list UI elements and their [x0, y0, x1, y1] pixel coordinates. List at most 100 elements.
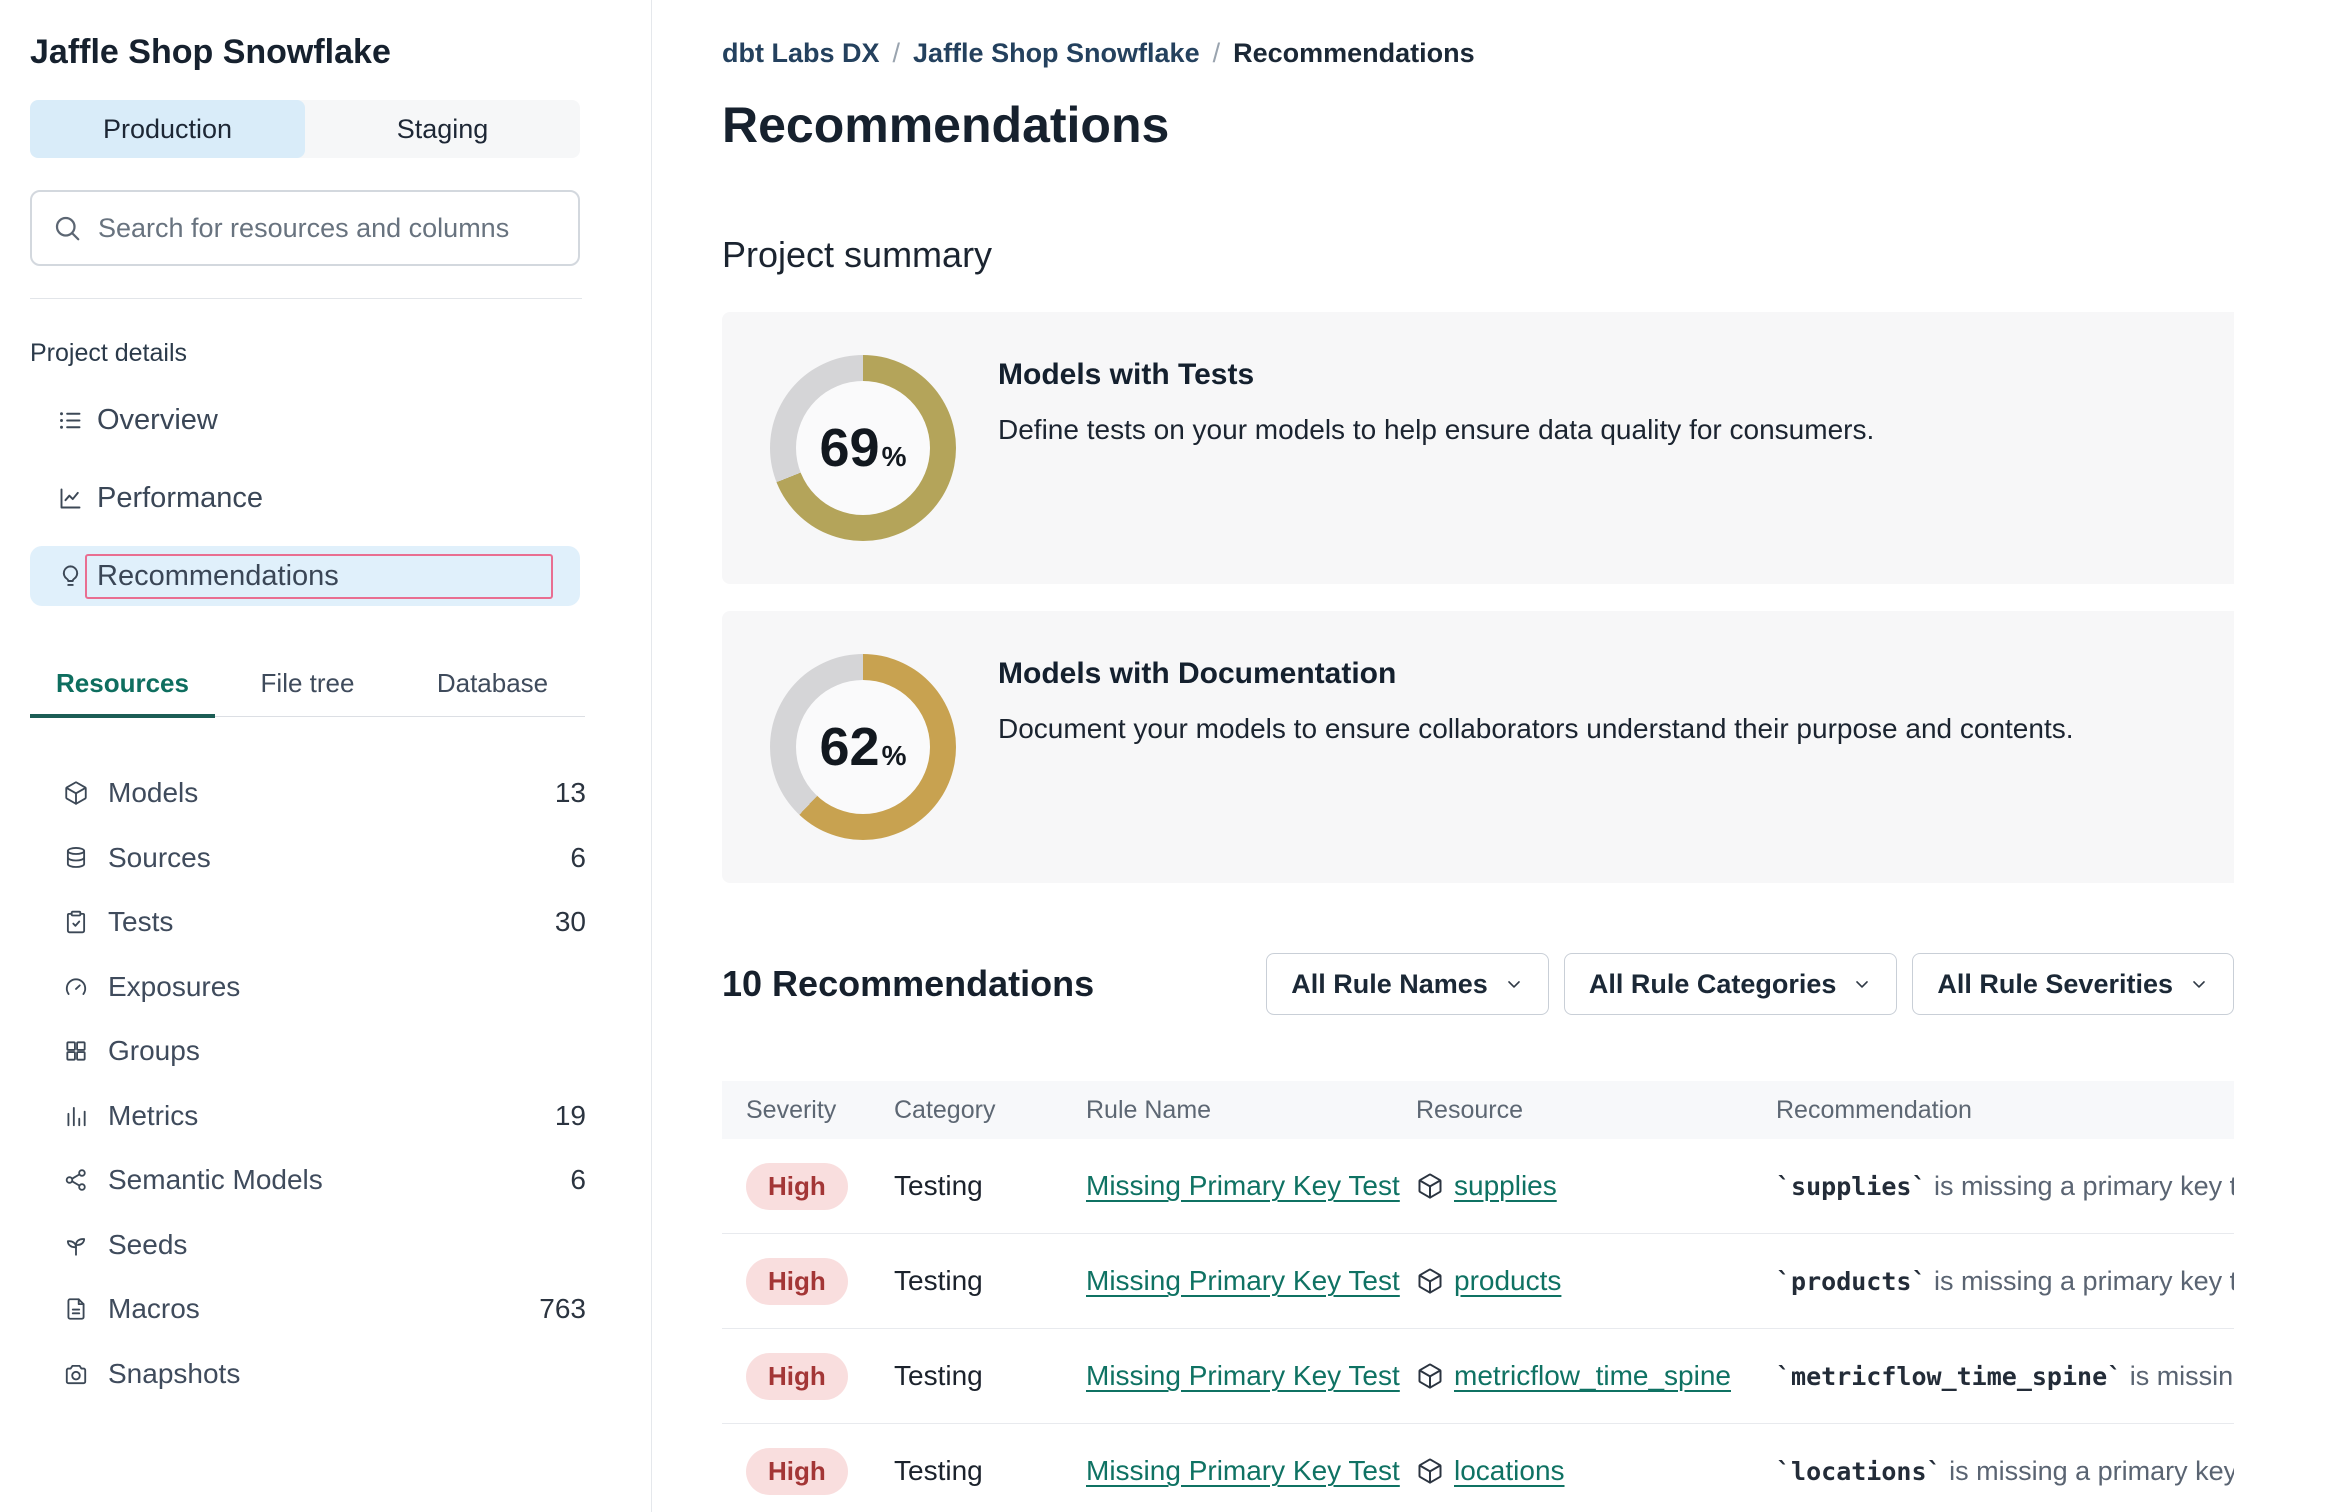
- project-details-nav: Overview Performance Recommendations: [30, 390, 621, 606]
- resource-link[interactable]: locations: [1454, 1455, 1565, 1487]
- filter-rule-severities[interactable]: All Rule Severities: [1912, 953, 2234, 1015]
- percent-value: 62: [820, 716, 880, 778]
- resource-row-snapshots[interactable]: Snapshots: [30, 1342, 586, 1407]
- category-cell: Testing: [894, 1455, 1086, 1487]
- table-row: High Testing Missing Primary Key Test me…: [722, 1329, 2234, 1424]
- category-cell: Testing: [894, 1265, 1086, 1297]
- resource-count: 19: [555, 1100, 586, 1132]
- recommendation-cell: `products` is missing a primary key test…: [1776, 1266, 2234, 1297]
- filter-rule-names[interactable]: All Rule Names: [1266, 953, 1549, 1015]
- resource-row-macros[interactable]: Macros 763: [30, 1277, 586, 1342]
- tab-file-tree[interactable]: File tree: [215, 668, 400, 716]
- column-header-recommendation: Recommendation: [1776, 1096, 2234, 1125]
- resource-cell: metricflow_time_spine: [1416, 1360, 1776, 1392]
- resource-label: Semantic Models: [108, 1164, 323, 1196]
- network-icon: [63, 1167, 89, 1193]
- bar-chart-icon: [63, 1103, 89, 1129]
- resource-cell: supplies: [1416, 1170, 1776, 1202]
- rule-name-link[interactable]: Missing Primary Key Test: [1086, 1360, 1400, 1391]
- donut-value: 69 %: [820, 417, 907, 479]
- resource-row-seeds[interactable]: Seeds: [30, 1213, 586, 1278]
- recommendation-text: is missing a primary key test. This test: [1927, 1266, 2234, 1296]
- docs-coverage-donut: 62 %: [770, 654, 956, 840]
- resource-label: Tests: [108, 906, 173, 938]
- column-header-severity: Severity: [746, 1096, 894, 1125]
- breadcrumb-link-project[interactable]: Jaffle Shop Snowflake: [913, 38, 1200, 69]
- recommendation-code: `metricflow_time_spine`: [1776, 1362, 2122, 1391]
- resource-count: 763: [539, 1293, 586, 1325]
- tab-database[interactable]: Database: [400, 668, 585, 716]
- resource-link[interactable]: supplies: [1454, 1170, 1557, 1202]
- tests-coverage-donut: 69 %: [770, 355, 956, 541]
- resource-row-exposures[interactable]: Exposures: [30, 955, 586, 1020]
- cube-icon: [1416, 1457, 1444, 1485]
- column-header-rule-name: Rule Name: [1086, 1096, 1416, 1125]
- card-title: Models with Tests: [998, 356, 1874, 394]
- filter-rule-categories[interactable]: All Rule Categories: [1564, 953, 1898, 1015]
- rule-name-link[interactable]: Missing Primary Key Test: [1086, 1455, 1400, 1486]
- chevron-down-icon: [1504, 974, 1524, 994]
- resource-cell: products: [1416, 1265, 1776, 1297]
- resource-label: Groups: [108, 1035, 200, 1067]
- category-cell: Testing: [894, 1170, 1086, 1202]
- grid-icon: [63, 1038, 89, 1064]
- recommendation-cell: `locations` is missing a primary key tes…: [1776, 1456, 2234, 1487]
- breadcrumb: dbt Labs DX / Jaffle Shop Snowflake / Re…: [722, 38, 2234, 69]
- database-icon: [63, 845, 89, 871]
- sidebar-item-label: Performance: [97, 480, 263, 517]
- resource-count: 30: [555, 906, 586, 938]
- resource-label: Exposures: [108, 971, 240, 1003]
- severity-badge: High: [746, 1163, 848, 1210]
- resource-row-metrics[interactable]: Metrics 19: [30, 1084, 586, 1149]
- breadcrumb-current: Recommendations: [1233, 38, 1475, 69]
- resource-row-sources[interactable]: Sources 6: [30, 826, 586, 891]
- resource-count: 13: [555, 777, 586, 809]
- recommendation-cell: `metricflow_time_spine` is missing a pri…: [1776, 1361, 2234, 1392]
- table-row: High Testing Missing Primary Key Test pr…: [722, 1234, 2234, 1329]
- sidebar-item-performance[interactable]: Performance: [30, 468, 580, 528]
- sidebar-item-label-highlighted: Recommendations: [85, 554, 553, 599]
- table-row: High Testing Missing Primary Key Test su…: [722, 1139, 2234, 1234]
- search-input[interactable]: [98, 213, 558, 244]
- card-title: Models with Documentation: [998, 655, 2074, 693]
- resource-link[interactable]: metricflow_time_spine: [1454, 1360, 1731, 1392]
- rule-name-link[interactable]: Missing Primary Key Test: [1086, 1170, 1400, 1201]
- breadcrumb-separator: /: [893, 38, 901, 69]
- project-summary-heading: Project summary: [722, 233, 2234, 277]
- resource-link[interactable]: products: [1454, 1265, 1561, 1297]
- breadcrumb-link-account[interactable]: dbt Labs DX: [722, 38, 880, 69]
- search-box[interactable]: [30, 190, 580, 266]
- tab-resources[interactable]: Resources: [30, 668, 215, 716]
- category-cell: Testing: [894, 1360, 1086, 1392]
- chevron-down-icon: [2189, 974, 2209, 994]
- rule-name-link[interactable]: Missing Primary Key Test: [1086, 1265, 1400, 1296]
- sidebar-item-recommendations[interactable]: Recommendations: [30, 546, 580, 606]
- resource-label: Snapshots: [108, 1358, 240, 1390]
- lightbulb-icon: [57, 563, 84, 590]
- sidebar-item-overview[interactable]: Overview: [30, 390, 580, 450]
- resource-label: Macros: [108, 1293, 200, 1325]
- resource-row-tests[interactable]: Tests 30: [30, 890, 586, 955]
- column-header-category: Category: [894, 1096, 1086, 1125]
- filter-label: All Rule Names: [1291, 969, 1488, 1000]
- tab-production[interactable]: Production: [30, 100, 305, 158]
- sidebar-divider: [30, 298, 582, 299]
- resource-list: Models 13 Sources 6 Tests 30 Exposures G…: [30, 761, 621, 1406]
- chevron-down-icon: [1852, 974, 1872, 994]
- resource-row-models[interactable]: Models 13: [30, 761, 586, 826]
- project-details-label: Project details: [30, 339, 621, 368]
- breadcrumb-separator: /: [1213, 38, 1221, 69]
- recommendation-text: is missing a primary key test. This tes: [1942, 1456, 2234, 1486]
- cube-icon: [1416, 1172, 1444, 1200]
- recommendation-code: `supplies`: [1776, 1172, 1927, 1201]
- tab-staging[interactable]: Staging: [305, 100, 580, 158]
- cube-icon: [63, 780, 89, 806]
- severity-badge: High: [746, 1258, 848, 1305]
- summary-card-models-with-documentation: 62 % Models with Documentation Document …: [722, 611, 2234, 883]
- recommendations-header-bar: 10 Recommendations All Rule Names All Ru…: [722, 953, 2234, 1015]
- resource-row-groups[interactable]: Groups: [30, 1019, 586, 1084]
- resource-row-semantic-models[interactable]: Semantic Models 6: [30, 1148, 586, 1213]
- line-chart-icon: [57, 485, 84, 512]
- cube-icon: [1416, 1362, 1444, 1390]
- clipboard-check-icon: [63, 909, 89, 935]
